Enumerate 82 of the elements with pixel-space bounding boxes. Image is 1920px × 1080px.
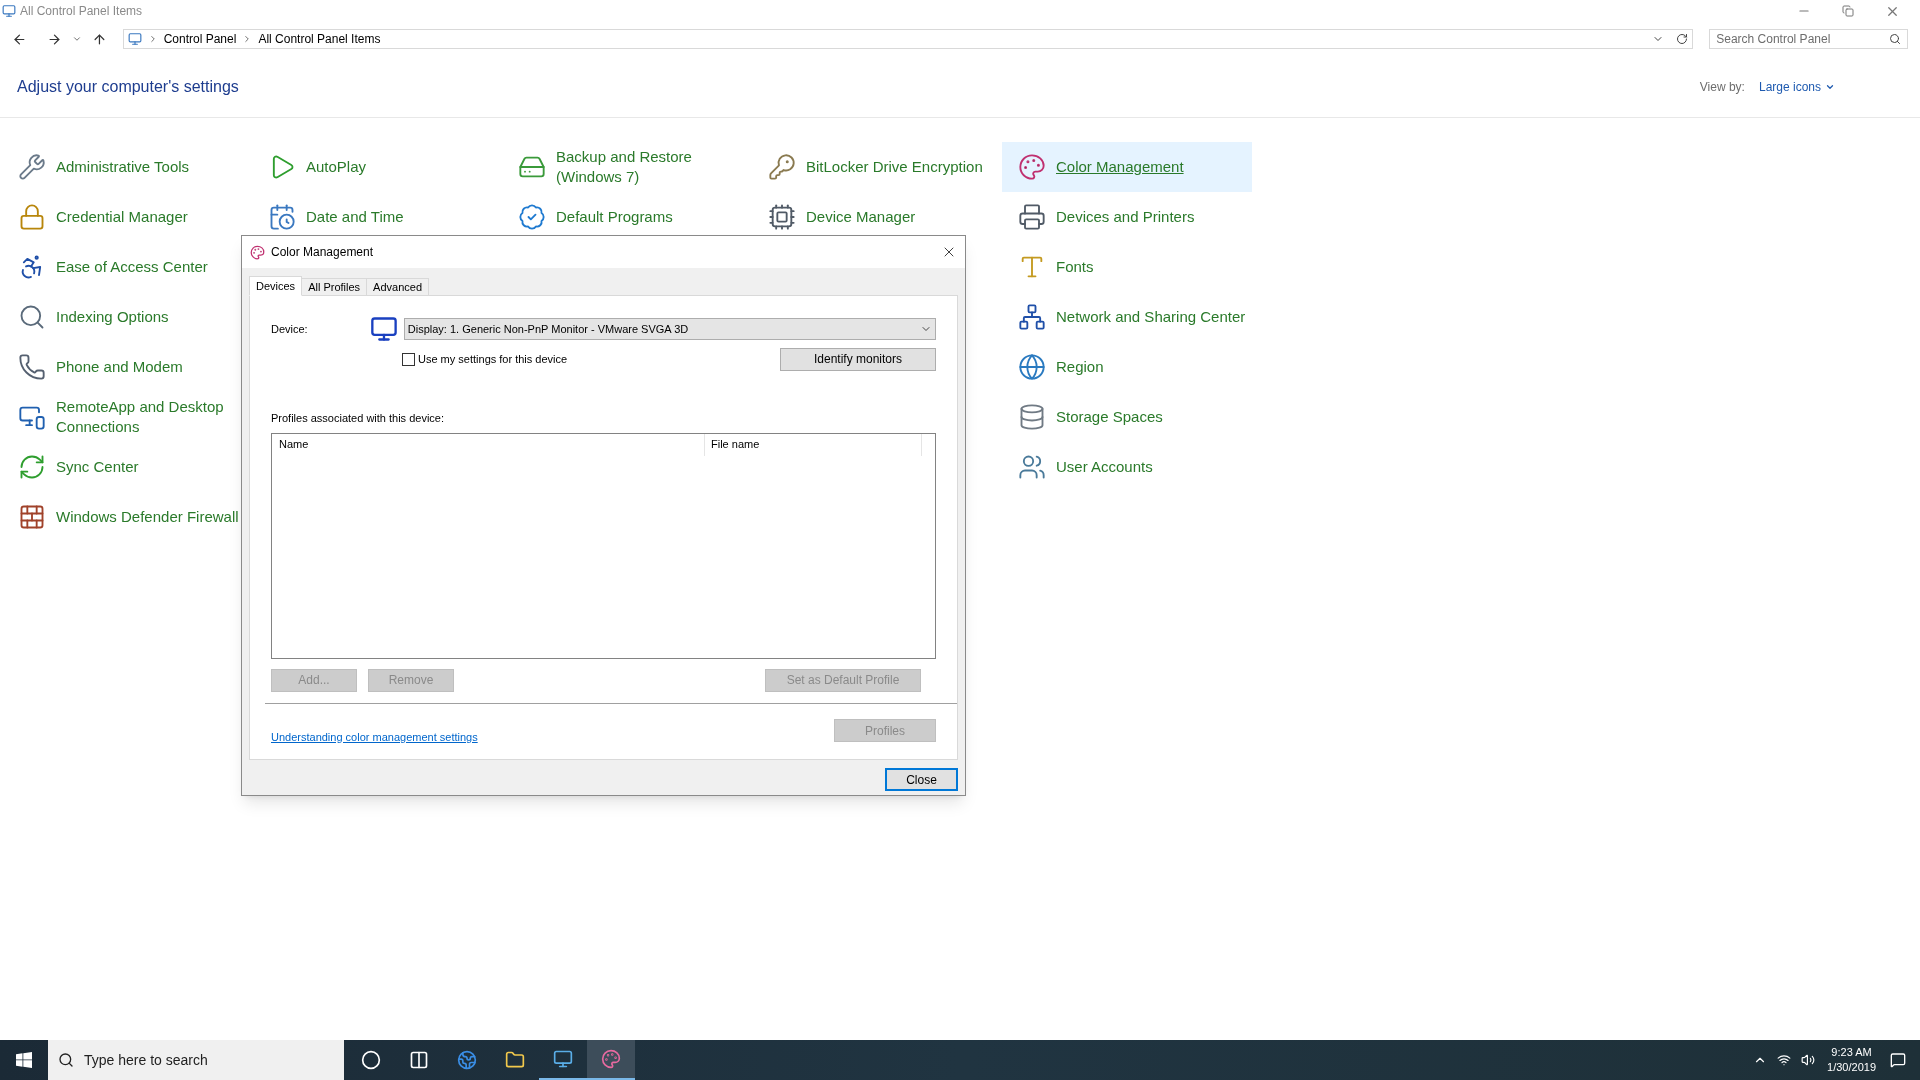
control-panel-item[interactable]: Date and Time: [252, 192, 502, 242]
printer-icon: [1018, 203, 1046, 231]
control-panel-item[interactable]: Region: [1002, 342, 1252, 392]
view-by-label: View by:: [1699, 78, 1745, 96]
device-dropdown[interactable]: Display: 1. Generic Non-PnP Monitor - VMware SVGA 3D: [403, 318, 936, 340]
brick-wall-icon: [18, 503, 46, 531]
control-panel-item[interactable]: Device Manager: [752, 192, 1002, 242]
taskbar-search-field[interactable]: Type here to search: [48, 1040, 344, 1080]
control-panel-item[interactable]: AutoPlay: [252, 142, 502, 192]
control-panel-item[interactable]: Devices and Printers: [1002, 192, 1252, 242]
calendar-icon: [268, 203, 296, 231]
monitor-icon: [369, 315, 398, 343]
volume-icon[interactable]: [1801, 1053, 1816, 1067]
lock-icon: [18, 203, 46, 231]
dialog-button[interactable]: Identify monitors: [780, 347, 936, 371]
monitor-icon: [553, 1049, 573, 1069]
start-icon[interactable]: [16, 1052, 32, 1068]
column-header[interactable]: Name: [272, 433, 705, 456]
control-panel-item[interactable]: Credential Manager: [2, 192, 252, 242]
dialog-tab[interactable]: Devices: [249, 276, 303, 296]
search-icon: [58, 1052, 74, 1068]
dialog-tab[interactable]: Advanced: [367, 278, 430, 296]
history-icon[interactable]: [71, 34, 82, 44]
control-panel-item[interactable]: Sync Center: [2, 442, 252, 492]
task-view-icon: [409, 1050, 429, 1070]
magnifier-icon: [18, 303, 46, 331]
dialog-title: Color Management: [271, 244, 374, 261]
control-panel-item[interactable]: Fonts: [1002, 242, 1252, 292]
control-panel-item[interactable]: Default Programs: [502, 192, 752, 242]
palette-icon: [1018, 153, 1046, 181]
browser-icon: [457, 1050, 477, 1070]
network-icon[interactable]: [1777, 1053, 1792, 1067]
phone-icon: [18, 353, 46, 381]
address-field[interactable]: Control Panel All Control Panel Items: [122, 29, 1694, 49]
circle-icon: [361, 1050, 381, 1070]
check-badge-icon: [518, 203, 546, 231]
breadcrumb[interactable]: All Control Panel Items: [258, 30, 381, 48]
dialog-icon: [250, 244, 265, 260]
control-panel-item[interactable]: Ease of Access Center: [2, 242, 252, 292]
palette-icon: [601, 1049, 621, 1069]
window-title: All Control Panel Items: [20, 3, 143, 20]
control-panel-item[interactable]: Color Management: [1002, 142, 1252, 192]
wrench-icon: [18, 153, 46, 181]
use-settings-checkbox[interactable]: Use my settings for this device: [402, 350, 568, 368]
restore-icon[interactable]: [1842, 5, 1854, 17]
profiles-label: Profiles associated with this device:: [271, 411, 446, 426]
window-icon: [2, 4, 16, 18]
help-link[interactable]: Understanding color management settings: [271, 728, 478, 745]
sync-icon: [18, 453, 46, 481]
control-panel-item[interactable]: Storage Spaces: [1002, 392, 1252, 442]
globe-icon: [1018, 353, 1046, 381]
key-icon: [768, 153, 796, 181]
control-panel-item[interactable]: Indexing Options: [2, 292, 252, 342]
database-icon: [1018, 403, 1046, 431]
forward-icon[interactable]: [46, 31, 62, 47]
users-icon: [1018, 453, 1046, 481]
network-icon: [1018, 303, 1046, 331]
control-panel-item[interactable]: Windows Defender Firewall: [2, 492, 252, 542]
device-label: Device:: [271, 321, 309, 337]
dialog-button[interactable]: Close: [885, 768, 958, 791]
refresh-icon[interactable]: [1676, 33, 1689, 45]
breadcrumb[interactable]: Control Panel: [163, 30, 237, 48]
chip-icon: [768, 203, 796, 231]
control-panel-item[interactable]: Network and Sharing Center: [1002, 292, 1252, 342]
search-field[interactable]: Search Control Panel: [1709, 29, 1908, 49]
control-panel-item[interactable]: BitLocker Drive Encryption: [752, 142, 1002, 192]
page-heading: Adjust your computer's settings: [17, 76, 239, 97]
column-header[interactable]: File name: [705, 433, 922, 456]
folder-icon: [505, 1050, 525, 1070]
control-panel-item[interactable]: Administrative Tools: [2, 142, 252, 192]
notification-icon[interactable]: [1890, 1052, 1906, 1068]
control-panel-item[interactable]: Phone and Modem: [2, 342, 252, 392]
search-icon: [1889, 33, 1901, 45]
location-icon: [127, 32, 142, 46]
clock[interactable]: 9:23 AM 1/30/2019: [1827, 1045, 1876, 1075]
control-panel-item[interactable]: RemoteApp and Desktop Connections: [2, 392, 252, 442]
control-panel-item[interactable]: User Accounts: [1002, 442, 1252, 492]
dialog-tab[interactable]: All Profiles: [302, 278, 368, 296]
back-icon[interactable]: [12, 31, 27, 47]
up-icon[interactable]: [91, 31, 107, 47]
view-by-dropdown[interactable]: Large icons: [1758, 77, 1835, 96]
control-panel-item[interactable]: Backup and Restore (Windows 7): [502, 142, 752, 192]
